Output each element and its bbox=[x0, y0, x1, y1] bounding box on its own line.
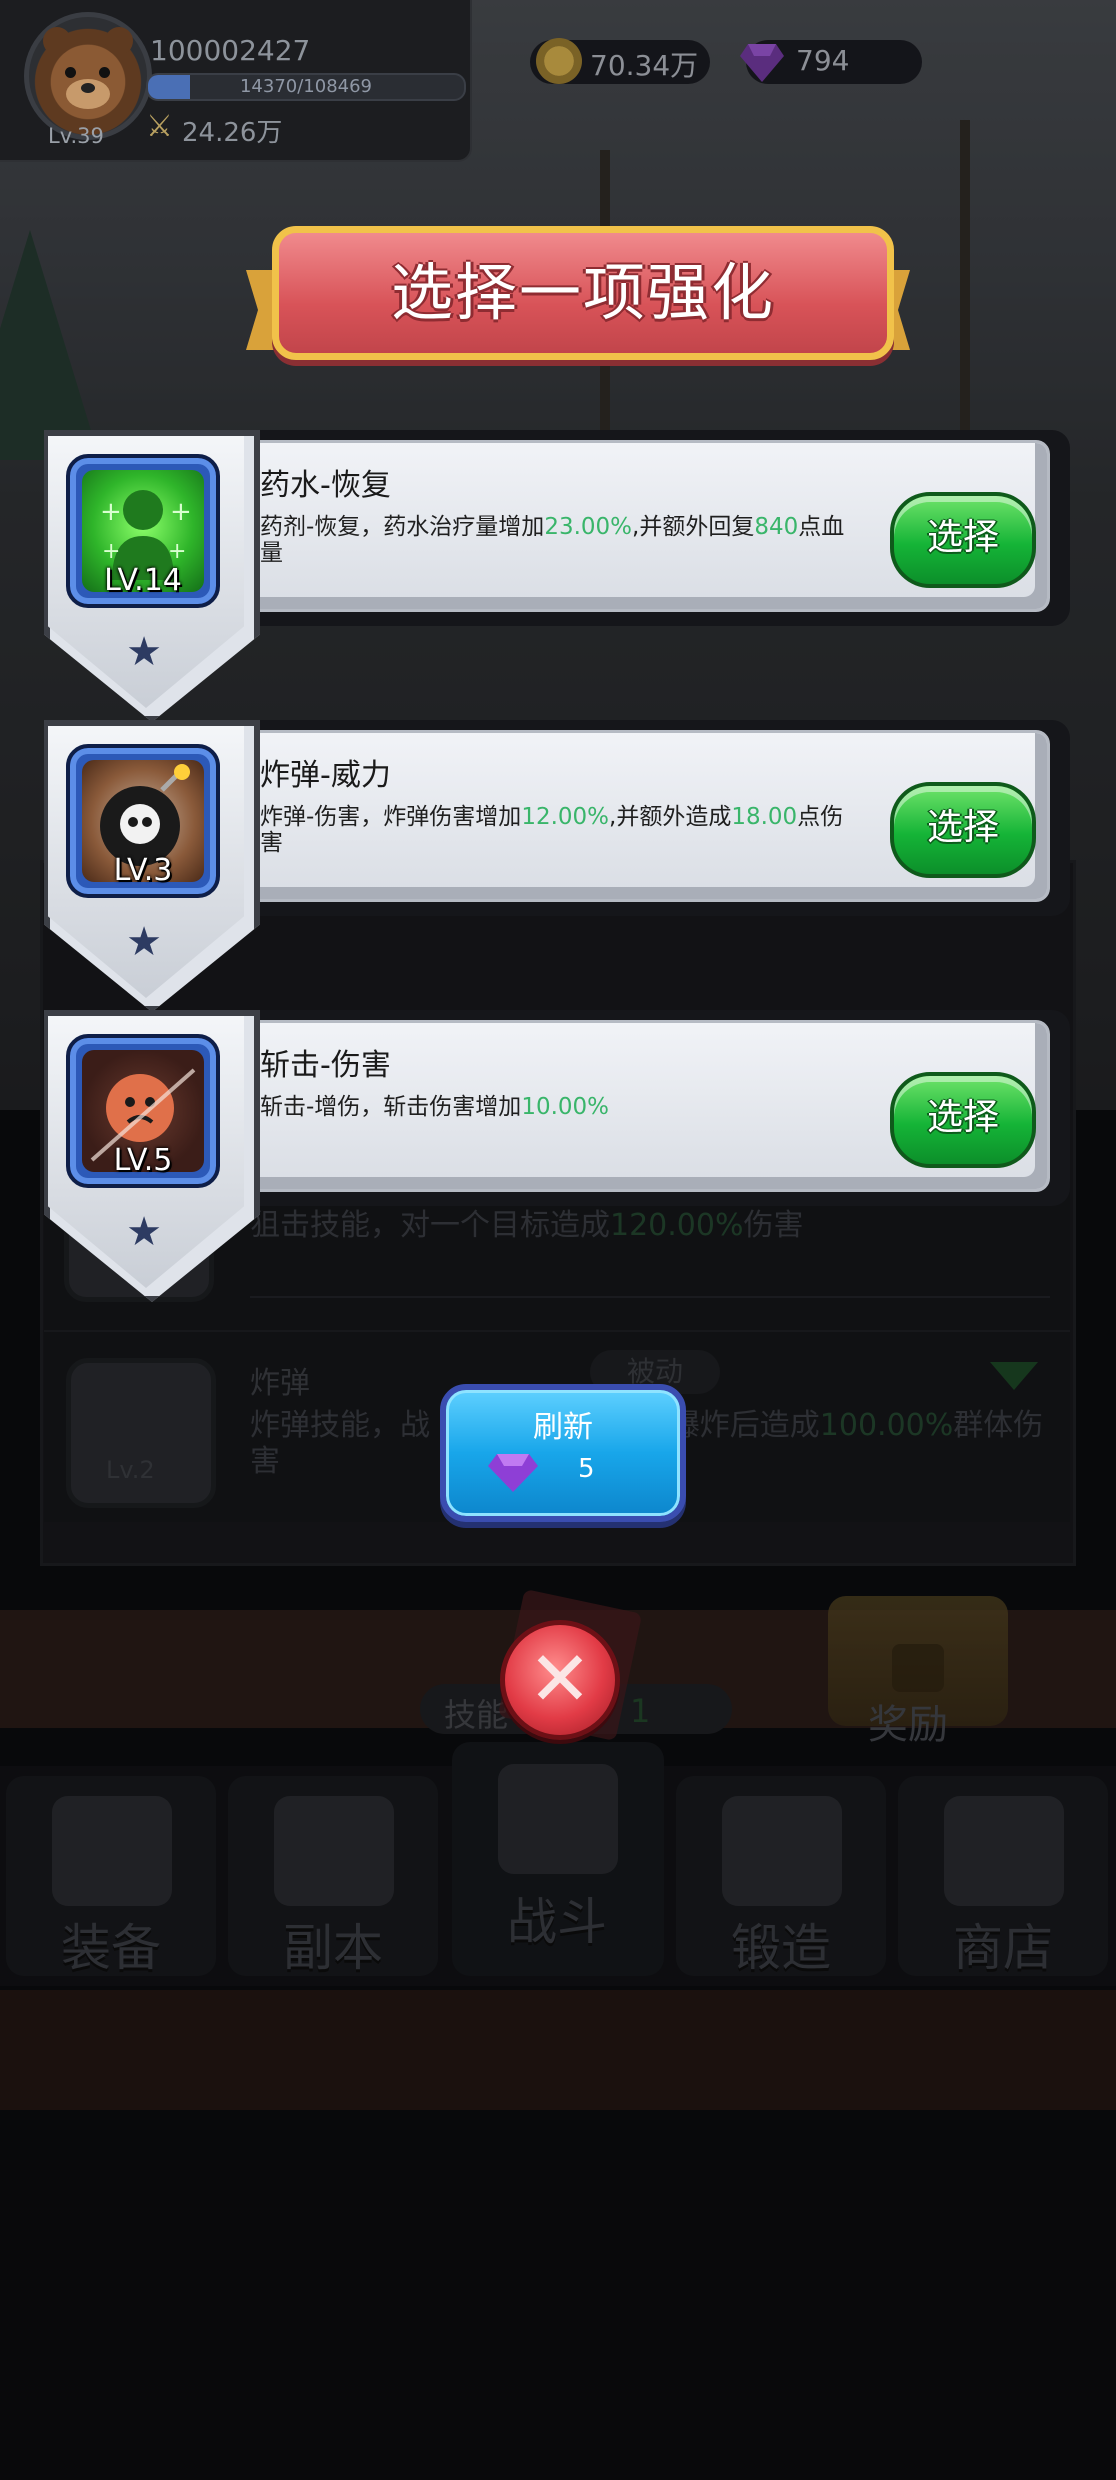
svg-text:+: + bbox=[170, 497, 192, 527]
select-button[interactable]: 选择 bbox=[890, 492, 1036, 588]
xp-bar: 14370/108469 bbox=[146, 73, 466, 101]
coin-amount: 70.34万 bbox=[590, 49, 699, 82]
bear-ear bbox=[105, 27, 133, 55]
svg-text:+: + bbox=[102, 539, 120, 564]
svg-text:+: + bbox=[168, 539, 186, 564]
player-id: 100002427 bbox=[150, 34, 311, 67]
dialog-title: 选择一项强化 bbox=[390, 256, 775, 329]
potion-heal-icon: + + + + LV.14 bbox=[66, 454, 220, 608]
star-icon: ★ bbox=[126, 919, 162, 965]
option-level: LV.3 bbox=[113, 853, 173, 888]
star-icon: ★ bbox=[126, 1209, 162, 1255]
option-name: 炸弹-威力 bbox=[260, 758, 391, 793]
xp-text: 14370/108469 bbox=[239, 76, 373, 97]
select-button[interactable]: 选择 bbox=[890, 1072, 1036, 1168]
option-name: 药水-恢复 bbox=[260, 468, 391, 503]
close-icon[interactable]: ✕ bbox=[500, 1620, 620, 1740]
gem-amount: 794 bbox=[796, 44, 850, 77]
slash-monster-icon: LV.5 bbox=[66, 1034, 220, 1188]
refresh-cost: 5 bbox=[578, 1454, 595, 1484]
gem-icon bbox=[488, 1454, 538, 1492]
star-icon: ★ bbox=[126, 629, 162, 675]
select-button[interactable]: 选择 bbox=[890, 782, 1036, 878]
svg-text:+: + bbox=[100, 497, 122, 527]
skull-bomb-icon: LV.3 bbox=[66, 744, 220, 898]
bear-eye bbox=[65, 67, 76, 78]
avatar[interactable] bbox=[24, 12, 152, 140]
coin-icon bbox=[536, 38, 582, 84]
option-desc: 药剂-恢复，药水治疗量增加23.00%,并额外回复840点血量 bbox=[260, 514, 845, 566]
bear-ear bbox=[43, 27, 71, 55]
crossed-swords-icon: ⚔ bbox=[146, 109, 173, 144]
gem-icon bbox=[740, 44, 784, 82]
player-level: Lv.39 bbox=[48, 124, 104, 148]
option-level: LV.5 bbox=[113, 1143, 173, 1178]
option-desc: 炸弹-伤害，炸弹伤害增加12.00%,并额外造成18.00点伤害 bbox=[260, 804, 844, 856]
bear-nose bbox=[81, 83, 95, 93]
option-level: LV.14 bbox=[104, 563, 182, 598]
combat-power: 24.26万 bbox=[182, 118, 283, 148]
option-name: 斩击-伤害 bbox=[260, 1048, 391, 1083]
bear-eye bbox=[99, 67, 110, 78]
refresh-label: 刷新 bbox=[533, 1410, 593, 1445]
option-desc: 斩击-增伤，斩击伤害增加10.00% bbox=[260, 1094, 610, 1120]
